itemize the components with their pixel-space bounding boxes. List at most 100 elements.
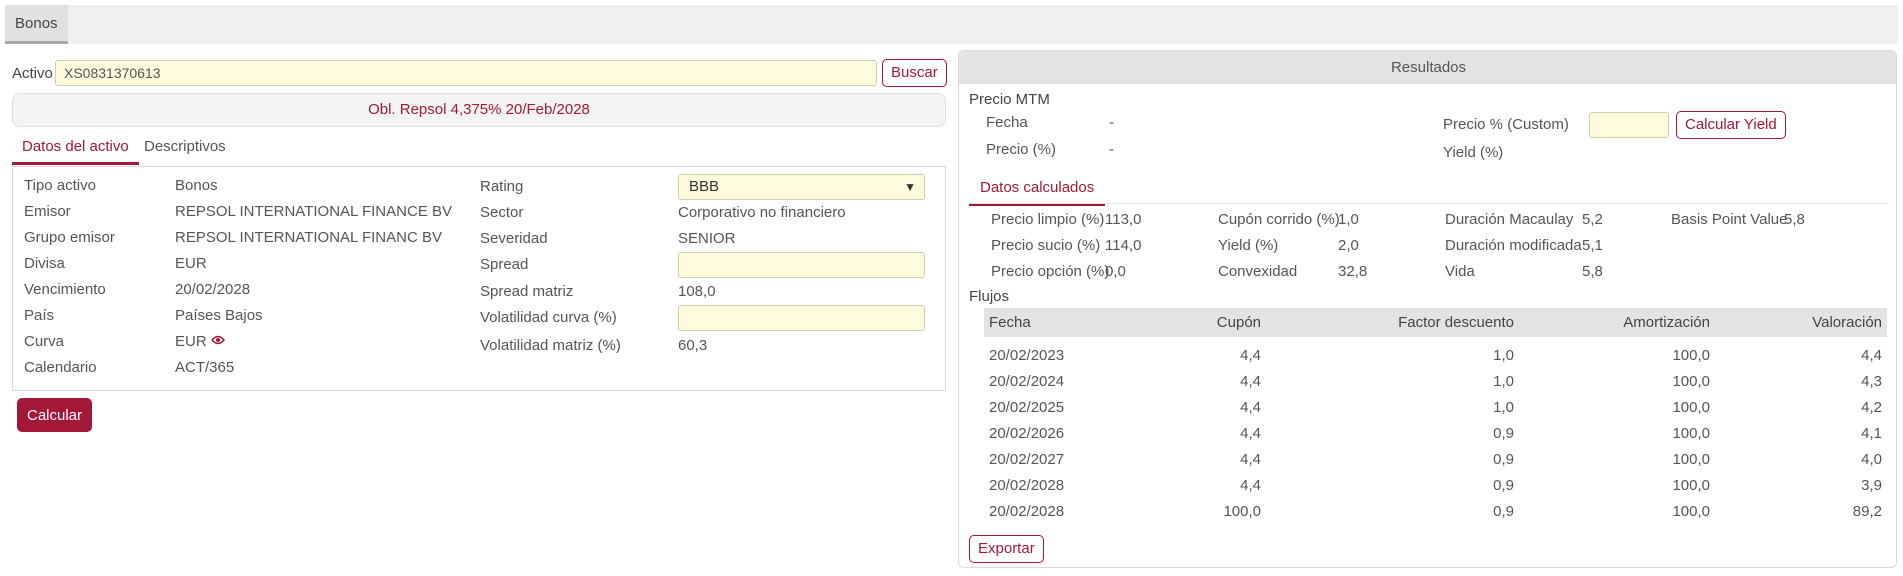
vol-curva-input[interactable] <box>678 305 925 331</box>
calc-label: Precio sucio (%) <box>991 237 1101 254</box>
table-cell: 89,2 <box>1852 502 1882 520</box>
table-cell: 4,0 <box>1861 450 1882 468</box>
table-cell: 4,4 <box>1240 424 1261 442</box>
tab-datos-del-activo[interactable]: Datos del activo <box>12 133 139 165</box>
custom-price-input[interactable] <box>1589 112 1669 138</box>
table-cell: 20/02/2028 <box>989 502 1065 520</box>
detail-value: EUR <box>175 333 207 350</box>
spread-matriz-value: 108,0 <box>678 283 716 300</box>
calc-label: Precio limpio (%) <box>991 211 1105 228</box>
top-tab-bar: Bonos <box>5 5 1898 44</box>
search-button[interactable]: Buscar <box>882 59 947 87</box>
vol-curva-label: Volatilidad curva (%) <box>480 309 617 326</box>
calculate-button[interactable]: Calcular <box>17 398 93 432</box>
vol-matriz-label: Volatilidad matriz (%) <box>480 337 621 354</box>
detail-value: ACT/365 <box>175 359 235 376</box>
flows-title: Flujos <box>969 288 1010 305</box>
table-cell: 20/02/2026 <box>989 424 1065 442</box>
tab-divider <box>969 203 1889 204</box>
calc-value: 5,8 <box>1784 211 1805 228</box>
table-cell: 100,0 <box>1672 372 1710 390</box>
results-header: Resultados <box>959 51 1896 84</box>
column-header[interactable]: Cupón <box>1144 308 1266 337</box>
export-button[interactable]: Exportar <box>969 535 1044 563</box>
table-row: 20/02/2023 4,4 1,0 100,0 4,4 <box>984 337 1887 368</box>
table-cell: 0,9 <box>1493 424 1514 442</box>
detail-value: Bonos <box>175 177 218 194</box>
detail-value: EUR <box>175 255 207 272</box>
calc-label: Basis Point Value <box>1671 211 1788 228</box>
asset-input[interactable] <box>55 60 877 86</box>
eye-icon[interactable] <box>211 333 225 350</box>
table-row: 20/02/2027 4,4 0,9 100,0 4,0 <box>984 446 1887 472</box>
tab-bonos[interactable]: Bonos <box>5 5 68 44</box>
detail-label: Divisa <box>24 255 65 272</box>
chevron-down-icon: ▼ <box>904 180 916 194</box>
results-panel: Resultados Precio MTM Fecha - Precio (%)… <box>958 50 1897 568</box>
rating-select[interactable]: BBB ▼ <box>678 174 925 200</box>
mtm-fecha-value: - <box>1109 114 1114 131</box>
calc-value: 1,0 <box>1338 211 1359 228</box>
rating-selected-value: BBB <box>689 178 720 195</box>
detail-label: Emisor <box>24 203 71 220</box>
detail-label: Grupo emisor <box>24 229 115 246</box>
table-row: 20/02/2025 4,4 1,0 100,0 4,2 <box>984 394 1887 420</box>
table-cell: 4,3 <box>1861 372 1882 390</box>
table-cell: 20/02/2023 <box>989 347 1065 364</box>
column-header[interactable]: Valoración <box>1715 308 1887 337</box>
flows-header-row: Fecha Cupón Factor descuento Amortizació… <box>984 308 1887 337</box>
table-cell: 0,9 <box>1493 450 1514 468</box>
calc-value: 5,2 <box>1582 211 1603 228</box>
spread-input[interactable] <box>678 252 925 278</box>
asset-search-row: Activo Buscar <box>12 59 947 87</box>
table-cell: 4,4 <box>1240 347 1261 364</box>
custom-price-label: Precio % (Custom) <box>1443 116 1569 133</box>
table-cell: 4,4 <box>1861 347 1882 364</box>
mtm-fecha-label: Fecha <box>986 114 1028 131</box>
table-cell: 4,2 <box>1861 398 1882 416</box>
table-cell: 4,4 <box>1240 450 1261 468</box>
mtm-title: Precio MTM <box>969 91 1050 108</box>
table-cell: 20/02/2027 <box>989 450 1065 468</box>
tab-descriptivos[interactable]: Descriptivos <box>134 133 236 165</box>
table-cell: 3,9 <box>1861 476 1882 494</box>
tab-datos-calculados[interactable]: Datos calculados <box>969 174 1106 206</box>
detail-label: Vencimiento <box>24 281 106 298</box>
table-cell: 20/02/2024 <box>989 372 1065 390</box>
detail-label: Tipo activo <box>24 177 96 194</box>
column-header[interactable]: Amortización <box>1519 308 1715 337</box>
severidad-value: SENIOR <box>678 230 736 247</box>
table-cell: 100,0 <box>1672 424 1710 442</box>
table-row: 20/02/2028 100,0 0,9 100,0 89,2 <box>984 498 1887 524</box>
vol-matriz-value: 60,3 <box>678 337 708 354</box>
rating-label: Rating <box>480 178 524 195</box>
calc-value: 0,0 <box>1105 263 1126 280</box>
table-cell: 1,0 <box>1493 372 1514 390</box>
severidad-label: Severidad <box>480 230 548 247</box>
spread-label: Spread <box>480 256 529 273</box>
calc-label: Precio opción (%) <box>991 263 1110 280</box>
column-header[interactable]: Fecha <box>984 308 1144 337</box>
table-cell: 4,4 <box>1240 372 1261 390</box>
table-cell: 100,0 <box>1672 398 1710 416</box>
table-cell: 4,4 <box>1240 398 1261 416</box>
asset-subtabs: Datos del activo Descriptivos <box>12 133 946 165</box>
sector-value: Corporativo no financiero <box>678 204 846 221</box>
detail-value: 20/02/2028 <box>175 281 251 298</box>
asset-name: Obl. Repsol 4,375% 20/Feb/2028 <box>12 93 946 127</box>
calc-label: Duración modificada <box>1445 237 1582 254</box>
column-header[interactable]: Factor descuento <box>1266 308 1519 337</box>
calculate-yield-button[interactable]: Calcular Yield <box>1676 111 1786 139</box>
table-cell: 100,0 <box>1672 502 1710 520</box>
asset-label: Activo <box>12 65 53 82</box>
table-cell: 1,0 <box>1493 347 1514 364</box>
spread-matriz-label: Spread matriz <box>480 283 574 300</box>
detail-value: REPSOL INTERNATIONAL FINANCE BV <box>175 203 452 220</box>
calc-value: 114,0 <box>1105 237 1142 254</box>
mtm-precio-label: Precio (%) <box>986 141 1057 158</box>
asset-details: Tipo activo Bonos Emisor REPSOL INTERNAT… <box>12 166 946 391</box>
yield-label: Yield (%) <box>1443 144 1504 161</box>
table-cell: 100,0 <box>1672 347 1710 364</box>
table-cell: 0,9 <box>1493 476 1514 494</box>
calc-label: Yield (%) <box>1218 237 1279 254</box>
